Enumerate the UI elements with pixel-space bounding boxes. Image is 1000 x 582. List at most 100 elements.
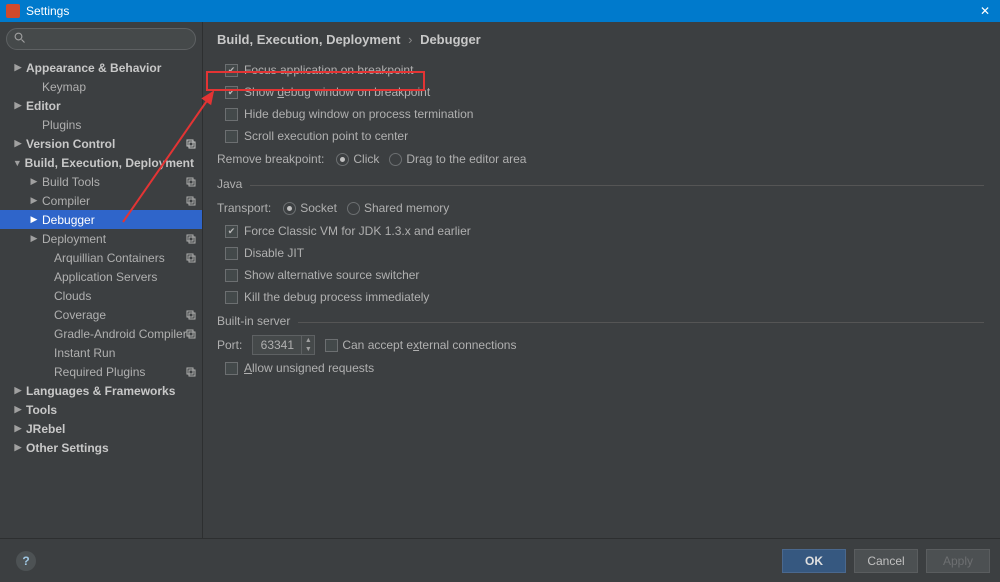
apply-button[interactable]: Apply: [926, 549, 990, 573]
settings-content: Build, Execution, Deployment › Debugger …: [203, 22, 1000, 538]
option-force-classic-vm[interactable]: Force Classic VM for JDK 1.3.x and earli…: [217, 220, 984, 242]
port-spinner[interactable]: ▲▼: [301, 336, 314, 354]
app-icon: [6, 4, 20, 18]
checkbox-icon[interactable]: [225, 64, 238, 77]
window-close-button[interactable]: ✕: [976, 4, 994, 18]
help-button[interactable]: ?: [16, 551, 36, 571]
radio-remove-click[interactable]: Click: [336, 152, 379, 166]
checkbox-icon[interactable]: [225, 247, 238, 260]
tree-item-label: Editor: [26, 99, 61, 113]
option-kill-debug-process[interactable]: Kill the debug process immediately: [217, 286, 984, 308]
project-scope-icon: [186, 367, 196, 377]
tree-item-compiler[interactable]: ▶Compiler: [0, 191, 202, 210]
tree-item-label: Languages & Frameworks: [26, 384, 175, 398]
java-section: Java Transport: Socket Shared memory For…: [217, 185, 984, 308]
tree-item-label: Arquillian Containers: [54, 251, 165, 265]
ok-button[interactable]: OK: [782, 549, 846, 573]
tree-arrow-icon: ▶: [28, 233, 40, 244]
tree-item-label: Clouds: [54, 289, 91, 303]
tree-item-label: Deployment: [42, 232, 106, 246]
tree-item-debugger[interactable]: ▶Debugger: [0, 210, 202, 229]
option-alt-source-switcher[interactable]: Show alternative source switcher: [217, 264, 984, 286]
project-scope-icon: [186, 196, 196, 206]
tree-item-label: Required Plugins: [54, 365, 145, 379]
tree-arrow-icon: ▶: [12, 100, 24, 111]
project-scope-icon: [186, 253, 196, 263]
cancel-button[interactable]: Cancel: [854, 549, 918, 573]
tree-arrow-icon: ▶: [28, 214, 40, 225]
option-hide-debug-window[interactable]: Hide debug window on process termination: [217, 103, 984, 125]
option-allow-unsigned[interactable]: Allow unsigned requests: [217, 357, 984, 379]
settings-sidebar: ▶Appearance & BehaviorKeymap▶EditorPlugi…: [0, 22, 203, 538]
option-transport: Transport: Socket Shared memory: [217, 196, 984, 220]
tree-item-label: Debugger: [42, 213, 95, 227]
checkbox-icon[interactable]: [225, 86, 238, 99]
option-show-debug-window[interactable]: Show debug window on breakpoint: [217, 81, 984, 103]
tree-item-label: Compiler: [42, 194, 90, 208]
tree-item-deployment[interactable]: ▶Deployment: [0, 229, 202, 248]
tree-item-label: Other Settings: [26, 441, 109, 455]
checkbox-icon[interactable]: [225, 269, 238, 282]
checkbox-icon[interactable]: [225, 130, 238, 143]
tree-item-plugins[interactable]: Plugins: [0, 115, 202, 134]
window-title: Settings: [26, 4, 69, 18]
tree-item-other-settings[interactable]: ▶Other Settings: [0, 438, 202, 457]
tree-item-editor[interactable]: ▶Editor: [0, 96, 202, 115]
tree-item-instant-run[interactable]: Instant Run: [0, 343, 202, 362]
radio-transport-shared[interactable]: Shared memory: [347, 201, 449, 215]
option-disable-jit[interactable]: Disable JIT: [217, 242, 984, 264]
tree-item-label: Plugins: [42, 118, 81, 132]
tree-item-appearance-behavior[interactable]: ▶Appearance & Behavior: [0, 58, 202, 77]
port-input-wrap: ▲▼: [252, 335, 315, 355]
port-input[interactable]: [253, 338, 301, 352]
option-remove-breakpoint: Remove breakpoint: Click Drag to the edi…: [217, 147, 984, 171]
option-can-accept-external[interactable]: Can accept external connections: [325, 338, 516, 352]
tree-item-label: Build Tools: [42, 175, 100, 189]
tree-item-label: Instant Run: [54, 346, 115, 360]
tree-item-required-plugins[interactable]: Required Plugins: [0, 362, 202, 381]
option-scroll-execution[interactable]: Scroll execution point to center: [217, 125, 984, 147]
tree-arrow-icon: ▶: [12, 62, 24, 73]
project-scope-icon: [186, 139, 196, 149]
project-scope-icon: [186, 310, 196, 320]
builtin-server-section: Built-in server Port: ▲▼ Can accept exte…: [217, 322, 984, 379]
tree-item-version-control[interactable]: ▶Version Control: [0, 134, 202, 153]
checkbox-icon[interactable]: [225, 108, 238, 121]
tree-item-languages-frameworks[interactable]: ▶Languages & Frameworks: [0, 381, 202, 400]
tree-item-build-execution-deployment[interactable]: ▼Build, Execution, Deployment: [0, 153, 202, 172]
tree-item-clouds[interactable]: Clouds: [0, 286, 202, 305]
tree-arrow-icon: ▶: [12, 423, 24, 434]
tree-item-label: Version Control: [26, 137, 115, 151]
radio-remove-drag[interactable]: Drag to the editor area: [389, 152, 526, 166]
tree-item-arquillian-containers[interactable]: Arquillian Containers: [0, 248, 202, 267]
port-label: Port:: [217, 338, 242, 352]
tree-item-tools[interactable]: ▶Tools: [0, 400, 202, 419]
tree-item-application-servers[interactable]: Application Servers: [0, 267, 202, 286]
checkbox-icon[interactable]: [225, 362, 238, 375]
tree-item-label: Application Servers: [54, 270, 157, 284]
tree-item-label: Appearance & Behavior: [26, 61, 161, 75]
checkbox-icon[interactable]: [225, 225, 238, 238]
tree-item-label: Keymap: [42, 80, 86, 94]
settings-tree: ▶Appearance & BehaviorKeymap▶EditorPlugi…: [0, 58, 202, 457]
option-focus-app[interactable]: Focus application on breakpoint: [217, 59, 984, 81]
tree-item-build-tools[interactable]: ▶Build Tools: [0, 172, 202, 191]
tree-item-keymap[interactable]: Keymap: [0, 77, 202, 96]
search-icon: [14, 32, 26, 44]
tree-item-jrebel[interactable]: ▶JRebel: [0, 419, 202, 438]
tree-arrow-icon: ▶: [12, 385, 24, 396]
project-scope-icon: [186, 177, 196, 187]
checkbox-icon[interactable]: [325, 339, 338, 352]
breadcrumb: Build, Execution, Deployment › Debugger: [217, 32, 984, 47]
project-scope-icon: [186, 234, 196, 244]
tree-item-coverage[interactable]: Coverage: [0, 305, 202, 324]
tree-arrow-icon: ▶: [12, 404, 24, 415]
tree-arrow-icon: ▶: [12, 442, 24, 453]
tree-item-gradle-android-compiler[interactable]: Gradle-Android Compiler: [0, 324, 202, 343]
settings-search-input[interactable]: [6, 28, 196, 50]
tree-item-label: Build, Execution, Deployment: [25, 156, 194, 170]
radio-transport-socket[interactable]: Socket: [283, 201, 337, 215]
tree-item-label: Gradle-Android Compiler: [54, 327, 187, 341]
checkbox-icon[interactable]: [225, 291, 238, 304]
title-bar: Settings ✕: [0, 0, 1000, 22]
